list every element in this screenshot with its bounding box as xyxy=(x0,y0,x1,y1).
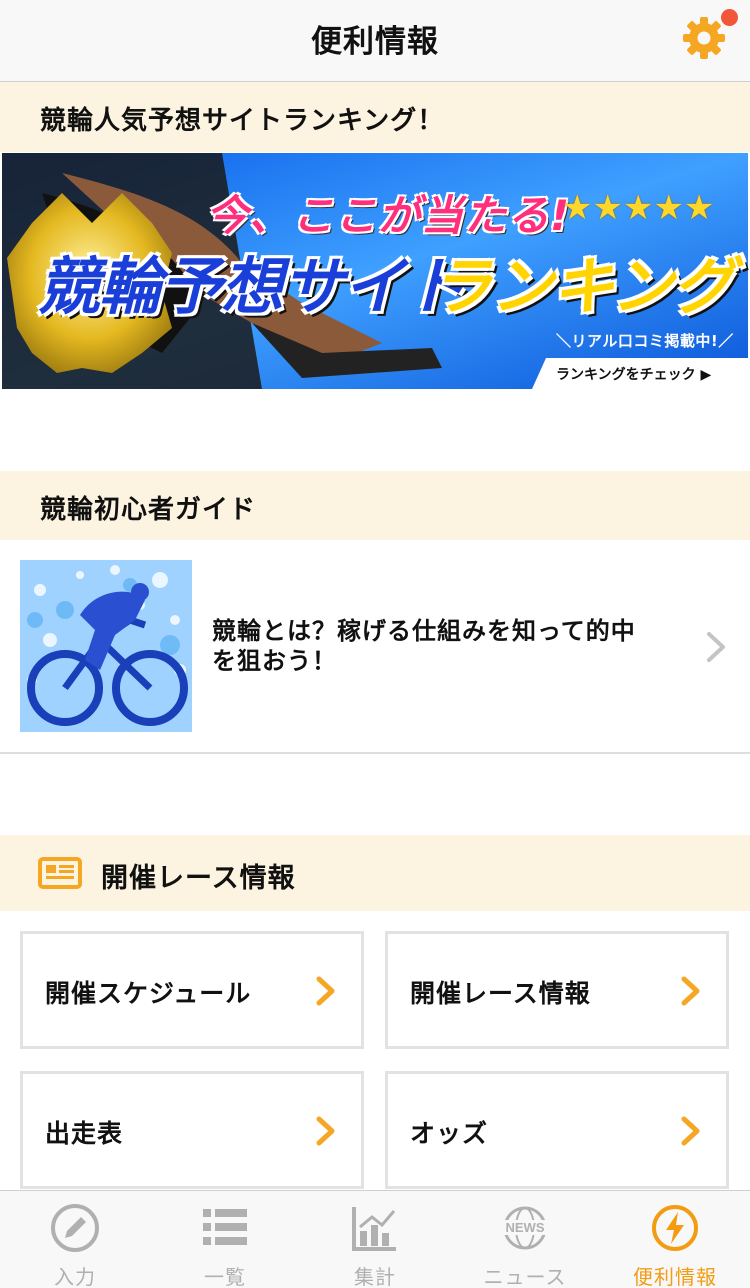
tab-summary[interactable]: 集計 xyxy=(300,1191,450,1288)
tab-label: ニュース xyxy=(483,1265,567,1288)
button-label: 出走表 xyxy=(45,1119,124,1148)
cyclist-thumbnail xyxy=(20,560,192,732)
list-icon xyxy=(203,1209,247,1245)
button-label: 開催レース情報 xyxy=(410,979,591,1008)
tab-useful-info[interactable]: 便利情報 xyxy=(600,1191,750,1288)
tab-label: 一覧 xyxy=(204,1265,246,1288)
section-header-guide: 競輪初心者ガイド xyxy=(0,471,750,540)
tab-bar: 入力 一覧 集計 NEWS ニュース 便利情報 xyxy=(0,1190,750,1288)
ranking-check-link[interactable]: ランキングをチェック ▶ xyxy=(532,358,748,389)
banner-title-yellow: ランキング xyxy=(430,250,734,323)
tab-input[interactable]: 入力 xyxy=(0,1191,150,1288)
chevron-right-icon xyxy=(681,1116,700,1146)
race-info-button[interactable]: 開催レース情報 xyxy=(385,931,729,1049)
newspaper-icon xyxy=(38,857,82,889)
schedule-button[interactable]: 開催スケジュール xyxy=(20,931,364,1049)
page-title: 便利情報 xyxy=(311,24,439,60)
tab-news[interactable]: NEWS ニュース xyxy=(450,1191,600,1288)
tab-label: 入力 xyxy=(54,1265,96,1288)
news-globe-icon: NEWS xyxy=(502,1206,548,1250)
section-title: 競輪人気予想サイトランキング！ xyxy=(40,106,445,136)
section-header-ranking: 競輪人気予想サイトランキング！ xyxy=(0,82,750,152)
section-title: 開催レース情報 xyxy=(101,863,296,894)
svg-text:NEWS: NEWS xyxy=(506,1220,545,1235)
pencil-icon xyxy=(51,1204,99,1252)
guide-title: 競輪とは？稼げる仕組みを知って的中を狙おう！ xyxy=(212,617,636,675)
banner-headline: 今、ここが当たる! xyxy=(206,191,571,240)
entry-list-button[interactable]: 出走表 xyxy=(20,1071,364,1189)
section-title: 競輪初心者ガイド xyxy=(40,495,257,525)
button-label: 開催スケジュール xyxy=(45,979,252,1008)
guide-list-item[interactable]: 競輪とは？稼げる仕組みを知って的中を狙おう！ xyxy=(0,540,750,754)
chart-icon xyxy=(352,1207,396,1251)
tab-list[interactable]: 一覧 xyxy=(150,1191,300,1288)
lightning-icon xyxy=(652,1205,698,1251)
banner-title-blue: 競輪予想サイト xyxy=(38,250,466,323)
navigation-bar: 便利情報 xyxy=(0,0,750,82)
chevron-right-icon xyxy=(316,1116,335,1146)
gear-icon[interactable] xyxy=(680,14,728,62)
section-header-race-info: 開催レース情報 xyxy=(0,835,750,911)
notification-badge xyxy=(721,9,738,26)
tab-label: 便利情報 xyxy=(633,1265,717,1288)
tab-label: 集計 xyxy=(354,1265,396,1288)
chevron-right-icon xyxy=(681,976,700,1006)
chevron-right-icon xyxy=(316,976,335,1006)
button-label: オッズ xyxy=(410,1119,489,1148)
odds-button[interactable]: オッズ xyxy=(385,1071,729,1189)
star-rating-icon: ★★★★★ xyxy=(562,188,715,228)
chevron-right-icon xyxy=(707,632,725,662)
banner-subtext: ＼リアル口コミ掲載中!／ xyxy=(556,332,734,350)
